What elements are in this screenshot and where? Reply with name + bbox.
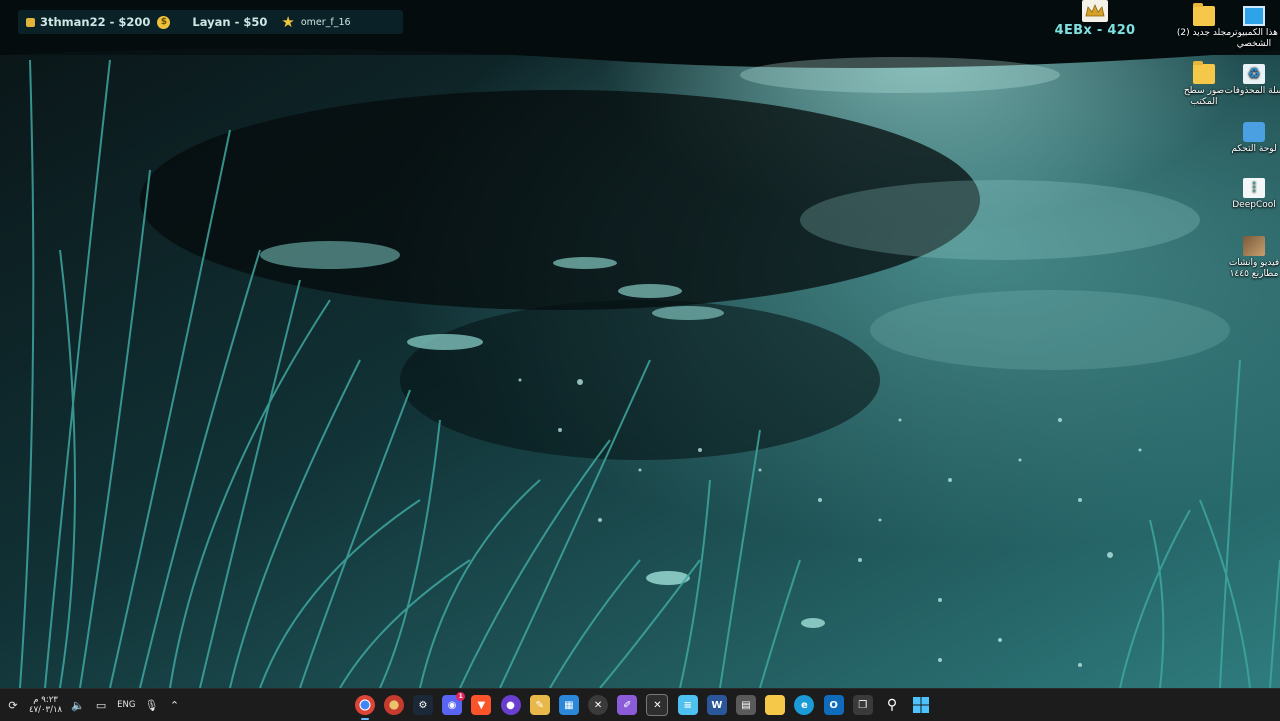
crown-icon [1082,0,1108,22]
leaderboard-entry-label: omer_f_16 [300,16,351,28]
desktop-icon-new-folder[interactable]: مجلد جديد (2) [1172,3,1236,39]
star-icon: ★ [281,13,295,31]
discord-icon[interactable]: ◉ 1 [442,692,466,715]
monitor-icon [1243,6,1265,26]
pen-icon[interactable]: ✐ [617,695,638,715]
leaderboard-entry-label: 3thman22 - $200 [40,15,151,29]
folder-icon [1193,3,1215,26]
desktop-icon-label: صور سطح المكتب [1183,86,1225,107]
desktop-icon-label: لوحة التحكم [1231,144,1277,154]
edge-icon[interactable]: e [794,695,815,715]
control-panel-icon [1243,122,1265,142]
system-tray: ⟳ ٩:٢٣ م ٤٧/٠٣/١٨ 🔈 ▭ ENG 🎙 ⌃ [6,689,181,721]
dollar-coin-icon: $ [157,15,171,29]
microphone-icon[interactable]: 🎙 [144,699,158,712]
brave-icon[interactable]: ▼ [471,695,492,715]
player-score: 4EBx - 420 [1050,0,1140,38]
gold-coin-icon [26,17,35,27]
desktop-icon-control-panel[interactable]: لوحة التحكم [1222,122,1280,155]
clock-time: ٩:٢٣ م [33,695,58,705]
word-icon[interactable]: W [706,695,727,715]
desktop-icon-label: DeepCool [1232,200,1276,210]
clock-date: ٤٧/٠٣/١٨ [29,705,63,715]
taskbar: ⟳ ٩:٢٣ م ٤٧/٠٣/١٨ 🔈 ▭ ENG 🎙 ⌃ ⚙ ◉ 1 ▼ ● ✎… [0,688,1280,721]
desktop-wallpaper [0,0,1280,688]
calculator-icon[interactable]: ▤ [736,695,757,715]
notepad-icon[interactable]: ≡ [677,695,698,715]
volume-icon[interactable]: 🔈 [71,699,85,712]
steam-icon[interactable]: ⚙ [412,695,433,715]
clock[interactable]: ٩:٢٣ م ٤٧/٠٣/١٨ [29,695,62,715]
leaderboard-entry-3: ★ omer_f_16 [281,10,350,34]
player-score-label: 4EBx - 420 [1054,23,1136,38]
folder-icon [1193,61,1215,84]
xbox-game-bar-icon[interactable]: ✕ [646,694,669,716]
app-purple-icon[interactable]: ● [500,695,521,715]
leaderboard-bar: 3thman22 - $200 $ Layan - $50 ★ omer_f_1… [18,10,403,34]
notification-badge: 1 [456,692,466,701]
desktop-icon-label: فيديو وانشات مطارنع ١٤٤٥ [1228,258,1280,279]
desktop-icon-deepcool[interactable]: ⫶ DeepCool [1222,178,1280,211]
leaderboard-entry-label: Layan - $50 [192,15,268,29]
feather-icon[interactable]: ✎ [529,695,550,715]
photo-icon [1243,236,1265,256]
recycle-bin-icon: ♻ [1243,64,1265,84]
start-icon[interactable] [911,695,931,715]
battery-icon[interactable]: ▭ [94,699,108,712]
task-view-icon[interactable]: ❐ [852,695,873,715]
search-icon[interactable]: ⚲ [882,695,902,715]
file-explorer-icon[interactable] [765,695,786,715]
chrome-icon[interactable] [354,695,375,720]
chrome-dev-icon[interactable] [383,695,404,715]
desktop-icon-label: مجلد جديد (2) [1176,28,1232,38]
chevron-up-icon[interactable]: ⌃ [167,699,181,712]
outlook-icon[interactable]: O [823,695,844,715]
network-icon[interactable]: ⟳ [6,699,20,712]
leaderboard-entry-2: $ Layan - $50 [150,10,267,34]
desktop-icon-videos-photos[interactable]: فيديو وانشات مطارنع ١٤٤٥ [1222,236,1280,280]
language-indicator[interactable]: ENG [117,700,135,710]
leaderboard-entry-1: 3thman22 - $200 [18,10,150,34]
desktop-icon-desktop-pictures[interactable]: صور سطح المكتب [1172,61,1236,108]
xbox-icon[interactable]: ✕ [588,695,609,715]
taskbar-apps: ⚙ ◉ 1 ▼ ● ✎ ▦ ✕ ✐ ✕ ≡ W ▤ e O ❐ ⚲ [350,689,936,721]
microsoft-store-icon[interactable]: ▦ [558,695,579,715]
deepcool-icon: ⫶ [1243,178,1265,198]
